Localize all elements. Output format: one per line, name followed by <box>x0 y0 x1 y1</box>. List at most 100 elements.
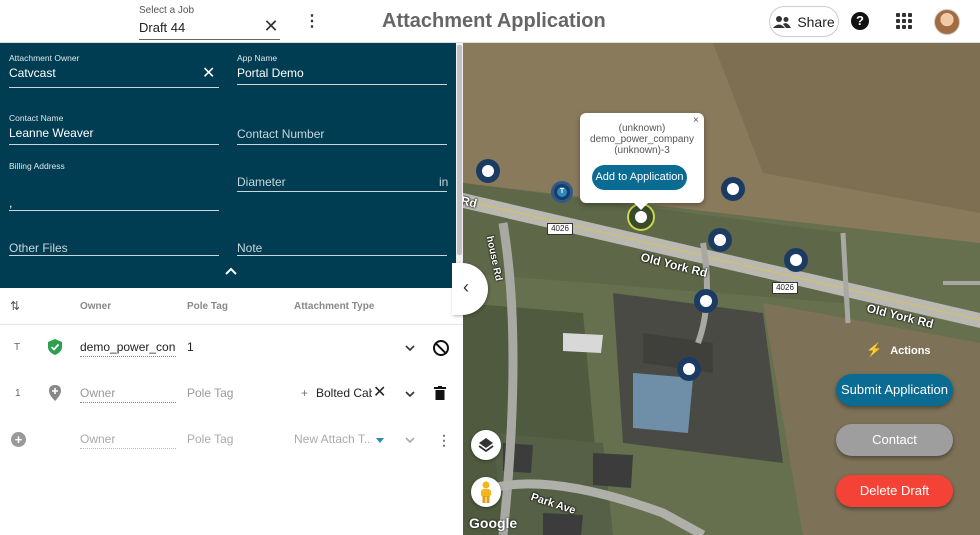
route-shield: 4026 <box>772 282 798 294</box>
app-name-field[interactable]: App Name Portal Demo <box>237 53 447 80</box>
page-title: Attachment Application <box>382 10 606 32</box>
share-button[interactable]: Share <box>769 6 839 37</box>
people-icon <box>773 15 792 28</box>
row-pole-tag-input[interactable]: Pole Tag <box>187 386 233 400</box>
billing-address-field[interactable]: Billing Address <box>9 161 219 171</box>
row-owner-underline <box>80 356 176 357</box>
trash-icon[interactable] <box>434 386 446 400</box>
clear-job-icon[interactable]: ✕ <box>262 16 280 36</box>
pole-marker-active[interactable]: T <box>551 181 573 203</box>
add-row-icon[interactable]: + <box>11 432 26 447</box>
pole-marker[interactable] <box>694 289 718 313</box>
pole-marker[interactable] <box>476 159 500 183</box>
add-location-icon <box>49 385 61 401</box>
map-imagery <box>463 43 980 535</box>
share-label: Share <box>797 13 835 30</box>
popup-company-line: demo_power_company <box>590 134 694 145</box>
note-field[interactable]: Note <box>237 241 447 255</box>
google-logo: Google <box>469 515 518 531</box>
other-files-field[interactable]: Other Files <box>9 241 219 255</box>
layers-icon <box>478 438 494 453</box>
col-header-owner: Owner <box>80 301 112 312</box>
app-name-label: App Name <box>237 53 278 63</box>
contact-number-field[interactable]: Contact Number <box>237 127 447 141</box>
pole-info-popup: × (unknown) demo_power_company (unknown)… <box>580 113 704 210</box>
attachments-table-header <box>0 288 463 325</box>
row-owner-value[interactable]: demo_power_con <box>80 340 176 354</box>
new-attachment-type-input[interactable]: New Attach T... <box>294 432 372 446</box>
row-index: 1 <box>15 388 21 399</box>
app-name-underline <box>237 84 447 85</box>
help-icon[interactable]: ? <box>851 12 869 30</box>
billing-address-value: , <box>9 196 13 210</box>
contact-button[interactable]: Contact <box>836 424 953 456</box>
remove-chip-icon[interactable]: ✕ <box>373 382 386 402</box>
chevron-up-icon[interactable] <box>224 266 238 276</box>
popup-owner-line: (unknown) <box>618 123 666 134</box>
sort-icon[interactable]: ⇅ <box>10 299 20 313</box>
row-pole-tag-value[interactable]: 1 <box>187 340 194 354</box>
attachment-type-chip[interactable]: Bolted Cab <box>316 386 372 400</box>
apps-grid-icon[interactable] <box>896 13 912 29</box>
bolt-icon: ⚡ <box>866 342 883 357</box>
diameter-field[interactable]: Diameter <box>237 175 417 189</box>
pole-marker[interactable] <box>708 228 732 252</box>
row-index: T <box>14 342 21 353</box>
billing-address-label: Billing Address <box>9 161 65 171</box>
row-more-icon[interactable]: ⋮ <box>437 432 451 449</box>
contact-number-underline <box>237 144 447 145</box>
col-header-pole-tag: Pole Tag <box>187 301 228 312</box>
pegman-icon <box>481 481 491 503</box>
row-owner-underline <box>80 402 176 403</box>
attachment-owner-label: Attachment Owner <box>9 53 80 63</box>
more-vert-icon[interactable]: ⋮ <box>304 13 320 33</box>
contact-name-underline <box>9 144 219 145</box>
other-files-underline <box>9 255 219 256</box>
chevron-left-icon: ‹ <box>463 277 469 297</box>
satellite-map[interactable]: Rd house Rd Old York Rd Old York Rd Park… <box>463 43 980 535</box>
pole-marker[interactable] <box>677 357 701 381</box>
row-owner-input[interactable]: Owner <box>80 386 115 400</box>
verified-shield-icon <box>48 339 62 355</box>
app-root: Select a Job Draft 44 ✕ ⋮ Attachment App… <box>0 0 980 535</box>
close-popup-icon[interactable]: × <box>693 115 699 126</box>
new-row-owner-input[interactable]: Owner <box>80 432 115 446</box>
submit-application-button[interactable]: Submit Application <box>836 374 953 406</box>
note-underline <box>237 255 447 256</box>
popup-tag-line: (unknown)-3 <box>614 145 670 156</box>
job-select-label: Select a Job <box>139 5 195 16</box>
contact-name-value: Leanne Weaver <box>9 126 94 140</box>
block-icon[interactable] <box>433 340 449 356</box>
job-select-input[interactable]: Draft 44 <box>139 20 185 35</box>
chevron-down-icon[interactable] <box>405 345 415 351</box>
note-placeholder: Note <box>237 241 263 255</box>
route-shield: 4026 <box>547 223 573 235</box>
add-to-application-button[interactable]: Add to Application <box>592 165 687 190</box>
chevron-down-icon[interactable] <box>405 391 415 397</box>
avatar[interactable] <box>934 9 960 35</box>
layers-button[interactable] <box>471 430 501 460</box>
pole-marker[interactable] <box>784 248 808 272</box>
app-name-value: Portal Demo <box>237 66 304 80</box>
new-row-pole-tag-input[interactable]: Pole Tag <box>187 432 233 446</box>
other-files-placeholder: Other Files <box>9 241 68 255</box>
attachment-owner-field[interactable]: Attachment Owner Catvcast <box>9 53 219 80</box>
attachment-owner-underline <box>9 87 219 88</box>
job-select-underline <box>139 39 280 40</box>
clear-owner-icon[interactable]: ✕ <box>202 66 215 82</box>
diameter-underline <box>237 191 447 192</box>
billing-address-value-wrap: , <box>9 193 29 210</box>
actions-text: Actions <box>890 345 931 357</box>
contact-name-field[interactable]: Contact Name Leanne Weaver <box>9 113 219 140</box>
street-view-button[interactable] <box>471 477 501 507</box>
form-scrollbar-thumb[interactable] <box>457 45 462 255</box>
billing-address-underline <box>9 210 219 211</box>
delete-draft-button[interactable]: Delete Draft <box>836 475 953 507</box>
diameter-unit-text: in <box>439 175 449 189</box>
dropdown-arrow-icon[interactable] <box>376 438 384 443</box>
chevron-down-icon[interactable] <box>405 437 415 443</box>
form-scrollbar[interactable] <box>456 43 463 288</box>
actions-label[interactable]: ⚡ Actions <box>866 342 931 358</box>
pole-marker[interactable] <box>721 177 745 201</box>
new-row-owner-underline <box>80 448 176 449</box>
